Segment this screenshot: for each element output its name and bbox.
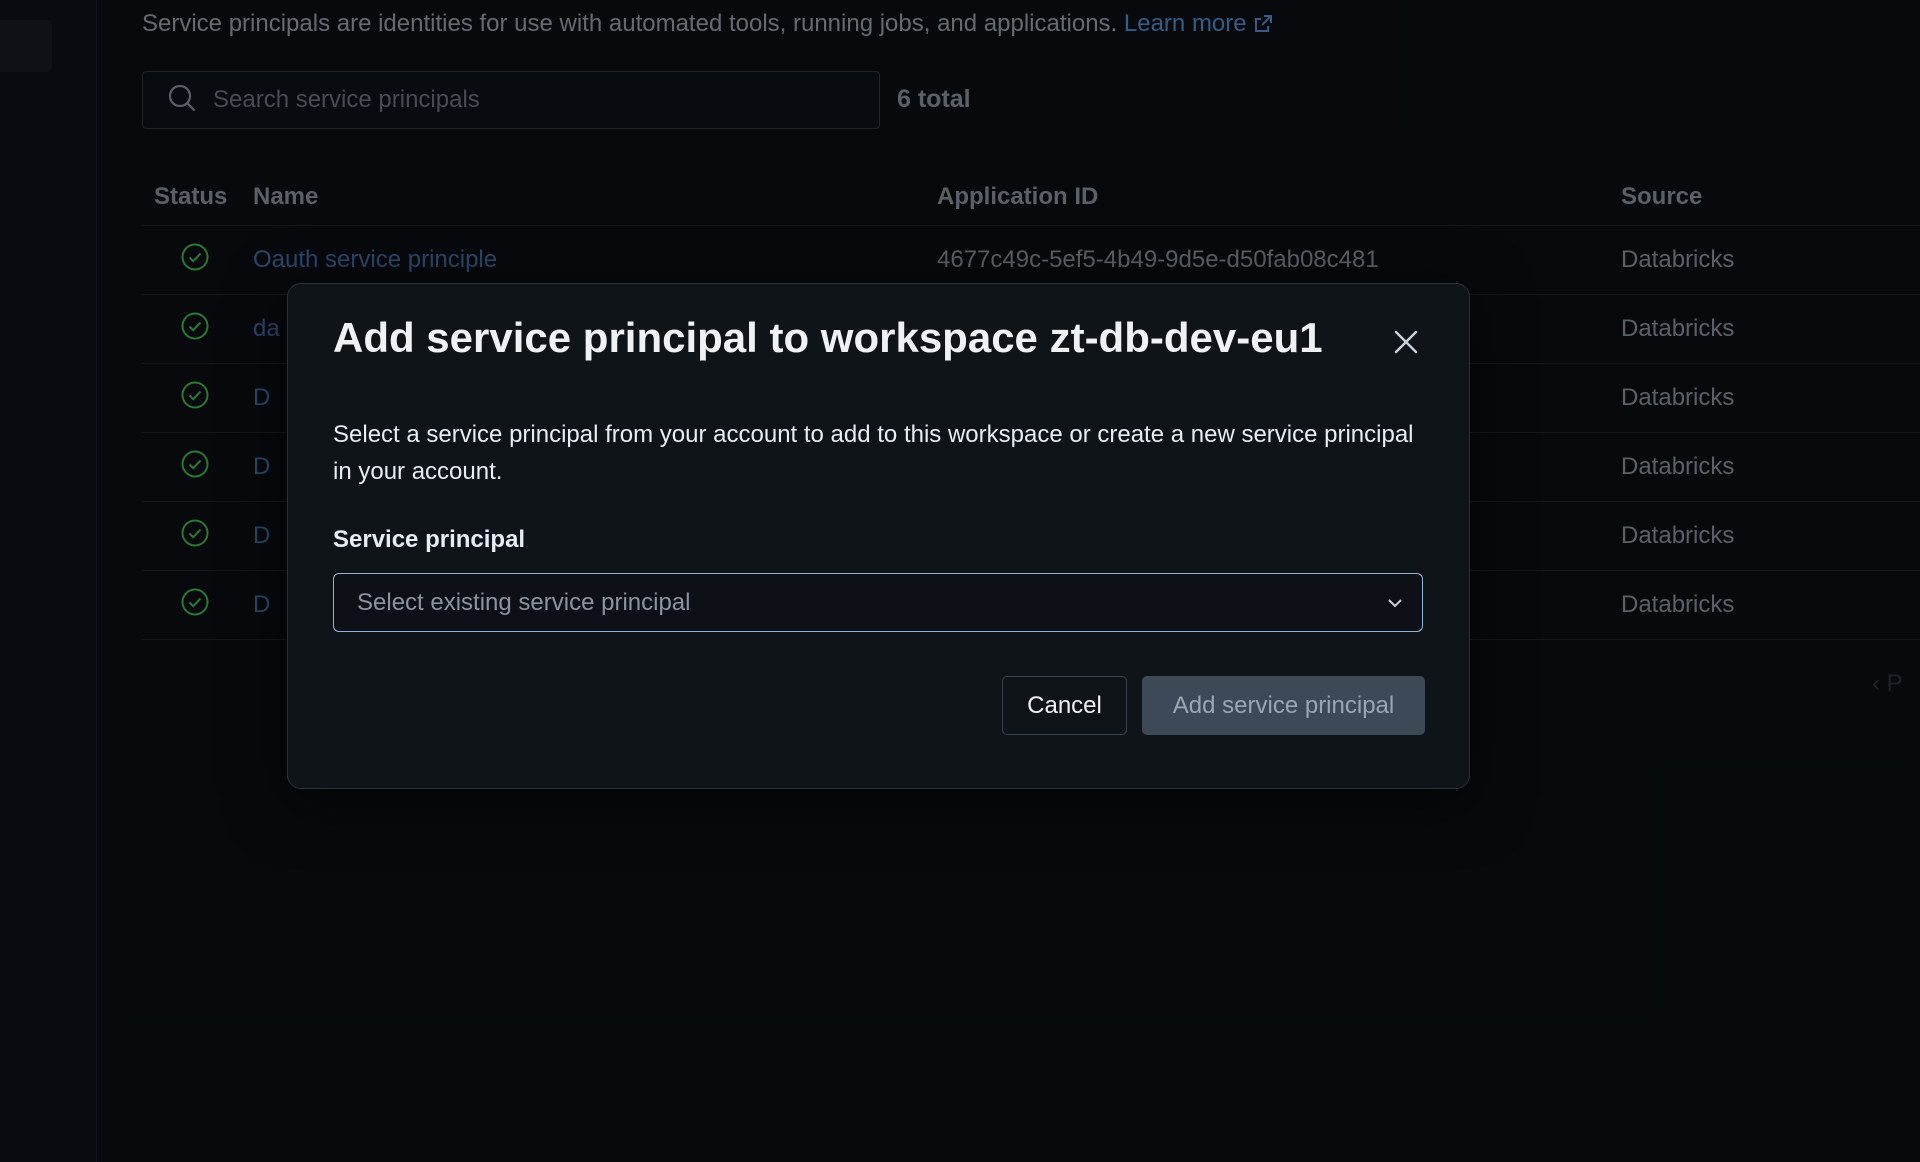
service-principal-select[interactable]: Select existing service principal <box>333 573 1423 632</box>
add-service-principal-button[interactable]: Add service principal <box>1142 676 1425 735</box>
add-service-principal-modal: Add service principal to workspace zt-db… <box>287 283 1470 789</box>
close-button[interactable] <box>1388 326 1424 362</box>
service-principal-label: Service principal <box>333 526 526 553</box>
modal-title: Add service principal to workspace zt-db… <box>333 314 1323 361</box>
modal-description: Select a service principal from your acc… <box>333 421 1414 485</box>
select-placeholder: Select existing service principal <box>357 588 691 616</box>
cancel-button[interactable]: Cancel <box>1002 676 1127 735</box>
chevron-down-icon <box>1386 594 1404 617</box>
close-icon <box>1393 329 1419 360</box>
